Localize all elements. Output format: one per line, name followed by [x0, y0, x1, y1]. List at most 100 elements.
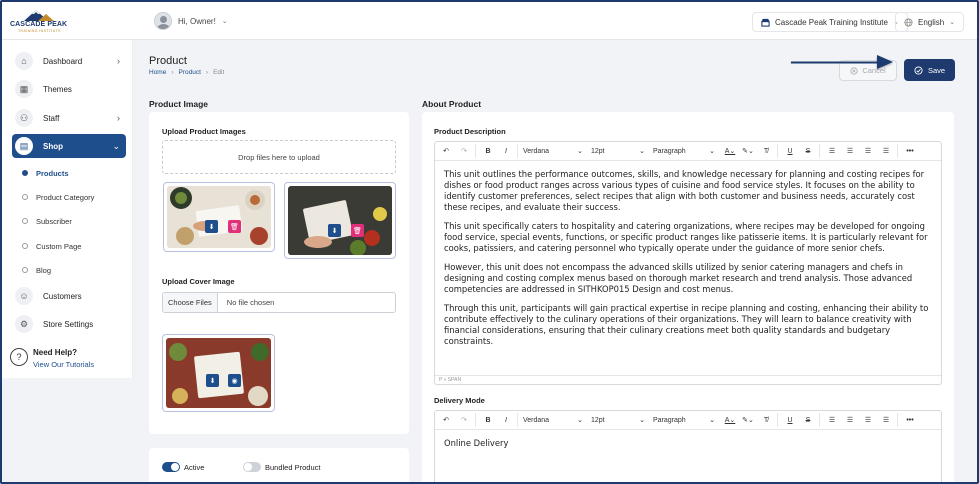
delete-icon[interactable]: 🗑 — [228, 220, 241, 233]
delivery-content[interactable]: Online Delivery — [435, 430, 941, 449]
align-left-icon[interactable]: ☰ — [825, 144, 839, 158]
justify-icon[interactable]: ☰ — [879, 144, 893, 158]
highlight-icon[interactable]: ✎⌄ — [741, 144, 755, 158]
product-image-thumb-2[interactable]: ⬇ 🗑 — [284, 182, 396, 259]
element-path: P » SPAN — [439, 377, 462, 383]
cover-file-input[interactable]: Choose Files No file chosen — [162, 292, 396, 313]
sidebar-item-staff[interactable]: ⚇ Staff › — [12, 106, 126, 130]
text-color-icon[interactable]: A⌄ — [723, 413, 737, 427]
more-icon[interactable]: ••• — [903, 144, 917, 158]
sidebar-item-customers[interactable]: ☺ Customers — [12, 284, 126, 308]
clear-format-icon[interactable]: T̸ — [759, 144, 773, 158]
sidebar-item-shop[interactable]: ▤ Shop ⌄ — [12, 134, 126, 158]
align-center-icon[interactable]: ☰ — [843, 413, 857, 427]
brand-logo[interactable]: CASCADE PEAK TRAINING INSTITUTE — [10, 8, 70, 34]
editor-toolbar: ↶ ↷ B I Verdana ⌄ 12pt ⌄ Paragraph ⌄ A⌄ ✎⌄ … — [435, 142, 941, 161]
question-icon: ? — [10, 348, 28, 366]
download-icon[interactable]: ⬇ — [328, 224, 341, 237]
block-format-value: Paragraph — [653, 416, 686, 424]
sidebar-subitem-blog[interactable]: Blog — [22, 263, 51, 277]
product-image-thumb-1[interactable]: ⬇ 🗑 — [163, 182, 275, 252]
align-left-icon[interactable]: ☰ — [825, 413, 839, 427]
active-toggle[interactable]: Active — [162, 462, 204, 472]
subitem-label: Custom Page — [36, 241, 82, 251]
bundled-toggle[interactable]: Bundled Product — [243, 462, 320, 472]
clear-format-icon[interactable]: T̸ — [759, 413, 773, 427]
description-content[interactable]: This unit outlines the performance outco… — [435, 161, 941, 347]
user-menu[interactable]: Hi, Owner! ⌄ — [154, 12, 228, 30]
chevron-right-icon: › — [117, 113, 120, 123]
upload-images-label: Upload Product Images — [162, 127, 246, 136]
italic-icon[interactable]: I — [499, 144, 513, 158]
sidebar-subitem-product-category[interactable]: Product Category — [22, 190, 94, 204]
chevron-down-icon: ⌄ — [112, 140, 120, 151]
choose-files-button[interactable]: Choose Files — [163, 293, 218, 312]
store-icon — [761, 18, 770, 27]
bullet-icon — [22, 218, 28, 224]
download-icon[interactable]: ⬇ — [206, 374, 219, 387]
align-center-icon[interactable]: ☰ — [843, 144, 857, 158]
save-button[interactable]: Save — [904, 59, 955, 81]
avatar — [154, 12, 172, 30]
font-size-select[interactable]: 12pt ⌄ — [591, 413, 645, 427]
redo-icon[interactable]: ↷ — [457, 144, 471, 158]
institute-selector[interactable]: Cascade Peak Training Institute ⌄ — [752, 12, 908, 32]
toggle-switch[interactable] — [162, 462, 180, 472]
italic-icon[interactable]: I — [499, 413, 513, 427]
description-paragraph: This unit outlines the performance outco… — [444, 169, 925, 212]
breadcrumb-product[interactable]: Product — [179, 69, 201, 76]
highlight-icon[interactable]: ✎⌄ — [741, 413, 755, 427]
delete-icon[interactable]: 🗑 — [351, 224, 364, 237]
language-selector[interactable]: English ⌄ — [895, 12, 965, 32]
bold-icon[interactable]: B — [481, 144, 495, 158]
underline-icon[interactable]: U — [783, 144, 797, 158]
view-icon[interactable]: ◉ — [228, 374, 241, 387]
strikethrough-icon[interactable]: S — [801, 144, 815, 158]
sidebar-subitem-subscriber[interactable]: Subscriber — [22, 214, 72, 228]
font-size-select[interactable]: 12pt ⌄ — [591, 144, 645, 158]
strikethrough-icon[interactable]: S — [801, 413, 815, 427]
home-icon: ⌂ — [15, 52, 33, 70]
sidebar-subitem-products[interactable]: Products — [22, 166, 69, 180]
tutorials-link[interactable]: View Our Tutorials — [33, 360, 94, 369]
toolbar-divider — [475, 413, 476, 427]
download-icon[interactable]: ⬇ — [205, 220, 218, 233]
chevron-down-icon: ⌄ — [577, 148, 583, 155]
font-family-select[interactable]: Verdana ⌄ — [523, 413, 583, 427]
block-format-select[interactable]: Paragraph ⌄ — [653, 413, 715, 427]
redo-icon[interactable]: ↷ — [457, 413, 471, 427]
bold-icon[interactable]: B — [481, 413, 495, 427]
cover-image-thumb[interactable]: ⬇ ◉ — [162, 334, 275, 412]
text-color-icon[interactable]: A⌄ — [723, 144, 737, 158]
breadcrumb-home[interactable]: Home — [149, 69, 166, 76]
font-family-value: Verdana — [523, 147, 550, 155]
description-editor[interactable]: ↶ ↷ B I Verdana ⌄ 12pt ⌄ Paragraph ⌄ A⌄ ✎⌄ … — [434, 141, 942, 385]
editor-toolbar: ↶ ↷ B I Verdana ⌄ 12pt ⌄ Paragraph ⌄ A⌄ ✎⌄ … — [435, 411, 941, 430]
font-family-select[interactable]: Verdana ⌄ — [523, 144, 583, 158]
delivery-mode-label: Delivery Mode — [434, 396, 485, 405]
block-format-value: Paragraph — [653, 147, 686, 155]
font-size-value: 12pt — [591, 147, 605, 155]
delivery-editor[interactable]: ↶ ↷ B I Verdana ⌄ 12pt ⌄ Paragraph ⌄ A⌄ ✎⌄ … — [434, 410, 942, 482]
toolbar-divider — [475, 144, 476, 158]
undo-icon[interactable]: ↶ — [439, 144, 453, 158]
toggle-switch[interactable] — [243, 462, 261, 472]
align-right-icon[interactable]: ☰ — [861, 413, 875, 427]
sidebar-item-dashboard[interactable]: ⌂ Dashboard › — [12, 49, 126, 73]
justify-icon[interactable]: ☰ — [879, 413, 893, 427]
sidebar-subitem-custom-page[interactable]: Custom Page — [22, 239, 81, 253]
align-right-icon[interactable]: ☰ — [861, 144, 875, 158]
user-greeting: Hi, Owner! — [178, 16, 216, 26]
bundled-label: Bundled Product — [265, 462, 321, 472]
image-dropzone[interactable]: Drop files here to upload — [162, 140, 396, 174]
sidebar-item-themes[interactable]: ▦ Themes — [12, 77, 126, 101]
undo-icon[interactable]: ↶ — [439, 413, 453, 427]
delivery-text: Online Delivery — [444, 438, 509, 448]
block-format-select[interactable]: Paragraph ⌄ — [653, 144, 715, 158]
more-icon[interactable]: ••• — [903, 413, 917, 427]
description-paragraph: Through this unit, participants will gai… — [444, 303, 929, 346]
underline-icon[interactable]: U — [783, 413, 797, 427]
chevron-down-icon: ⌄ — [709, 148, 715, 155]
sidebar-item-store-settings[interactable]: ⚙ Store Settings — [12, 312, 126, 336]
chevron-right-icon: › — [117, 56, 120, 66]
